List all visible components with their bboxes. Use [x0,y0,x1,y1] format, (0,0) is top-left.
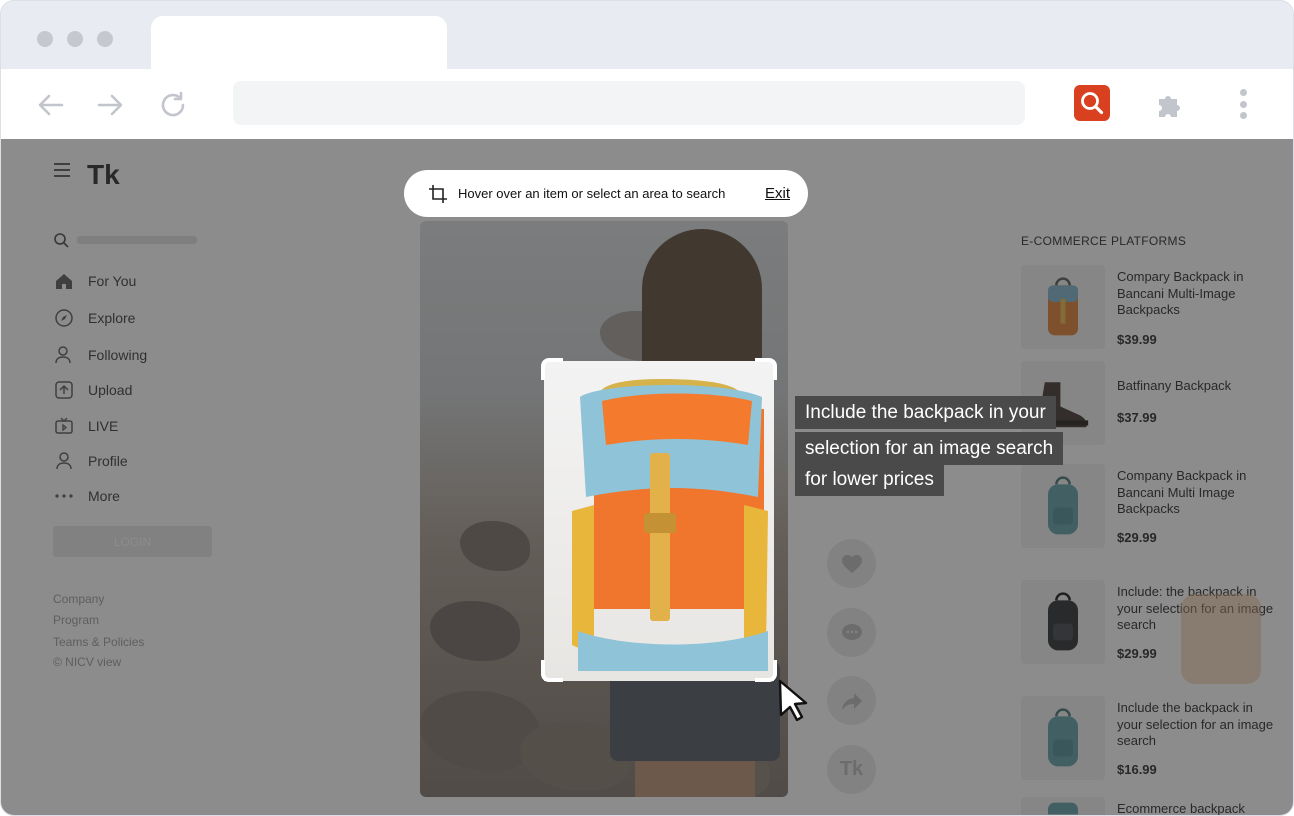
active-tab[interactable] [151,16,447,70]
sidebar-item-for-you[interactable]: For You [53,269,136,293]
sidebar-item-upload[interactable]: Upload [53,378,132,402]
result-price: $16.99 [1117,762,1157,777]
results-heading: E-COMMERCE PLATFORMS [1021,234,1187,248]
sidebar-search[interactable] [53,227,213,253]
tooltip-line: for lower prices [795,463,944,496]
result-price: $37.99 [1117,410,1157,425]
kebab-menu-icon[interactable] [1233,87,1253,121]
like-button[interactable] [827,539,876,588]
black-backpack-icon [1021,580,1105,664]
sidebar-item-profile[interactable]: Profile [53,449,128,473]
live-tv-icon [53,415,75,437]
exit-button[interactable]: Exit [765,185,790,202]
page-content: Tk For You Explore Following Upload LIVE… [1,139,1293,816]
result-item[interactable]: Compary Backpack in Bancani Multi-Image … [1021,265,1285,355]
sidebar-item-label: Explore [88,310,136,326]
compass-icon [53,307,75,329]
sidebar-item-label: For You [88,273,137,289]
search-hint-text: Hover over an item or select an area to … [458,186,726,201]
teal-backpack-icon [1021,696,1105,780]
upload-icon [53,379,75,401]
result-item[interactable]: Company Backpack in Bancani Multi Image … [1021,464,1285,554]
sidebar-item-more[interactable]: More [53,484,120,508]
window-minimize-dot[interactable] [67,31,83,47]
sidebar-item-label: LIVE [88,418,119,434]
sidebar-item-label: Following [88,347,148,363]
crop-icon [429,184,447,203]
result-price: $39.99 [1117,332,1157,347]
browser-window: Tk For You Explore Following Upload LIVE… [0,0,1294,816]
result-item[interactable]: Include the backpack in your selection f… [1021,696,1285,786]
share-icon [841,692,862,710]
tooltip-line: selection for an image search [795,432,1064,465]
user-icon [53,344,75,366]
puzzle-icon[interactable] [1153,89,1185,121]
result-price: $29.99 [1117,646,1157,661]
result-title: Company Backpack in Bancani Multi Image … [1117,468,1247,516]
selection-corner-bottom-right[interactable] [755,660,777,682]
share-button[interactable] [827,676,876,725]
comment-button[interactable] [827,608,876,657]
sidebar-item-label: Upload [88,382,133,398]
more-dots-icon [53,485,75,507]
search-extension-icon[interactable] [1074,85,1110,121]
orange-backpack-icon [572,379,768,671]
heart-icon [841,554,862,573]
window-close-dot[interactable] [37,31,53,47]
site-logo[interactable]: Tk [87,159,120,191]
back-arrow-icon[interactable] [35,89,67,121]
selection-corner-top-right[interactable] [755,358,777,380]
result-title: Batfinany Backpack [1117,378,1232,393]
footer-copyright: © NICV view [53,655,122,669]
footer-link-program[interactable]: Program [53,613,99,627]
footer-link-policies[interactable]: Teams & Policies [53,635,144,649]
search-icon [54,233,69,248]
promo-badge [1181,594,1261,684]
address-bar[interactable] [233,81,1025,125]
tk-logo-icon[interactable]: Tk [827,745,876,794]
search-hint-bar: Hover over an item or select an area to … [404,170,808,217]
browser-toolbar [1,69,1293,139]
forward-arrow-icon[interactable] [94,89,126,121]
sidebar-item-label: More [88,488,120,504]
login-button[interactable]: LOGIN [53,526,212,557]
reload-icon[interactable] [157,89,189,121]
selection-corner-bottom-left[interactable] [541,660,563,682]
home-icon [53,270,75,292]
tab-bar [1,1,1293,70]
teal-backpack-icon [1021,464,1105,548]
comment-icon [841,623,862,640]
mouse-cursor-icon [778,679,808,721]
profile-icon [53,450,75,472]
selection-area[interactable] [544,361,774,681]
hamburger-icon[interactable] [54,163,70,177]
result-title: Ecommerce backpack [1117,801,1245,816]
tooltip-line: Include the backpack in your [795,396,1056,429]
result-title: Include the backpack in your selection f… [1117,700,1274,748]
sidebar-item-following[interactable]: Following [53,343,147,367]
person-legs [635,761,755,797]
orange-backpack-icon [1021,265,1105,349]
result-item[interactable]: Ecommerce backpack [1021,797,1285,816]
footer-link-company[interactable]: Company [53,592,104,606]
result-price: $29.99 [1117,530,1157,545]
sidebar-item-live[interactable]: LIVE [53,414,118,438]
sidebar-item-label: Profile [88,453,128,469]
sidebar-item-explore[interactable]: Explore [53,306,135,330]
window-maximize-dot[interactable] [97,31,113,47]
teal-backpack-icon [1021,797,1105,815]
result-title: Compary Backpack in Bancani Multi-Image … [1117,269,1244,317]
search-placeholder [77,236,197,244]
selection-corner-top-left[interactable] [541,358,563,380]
